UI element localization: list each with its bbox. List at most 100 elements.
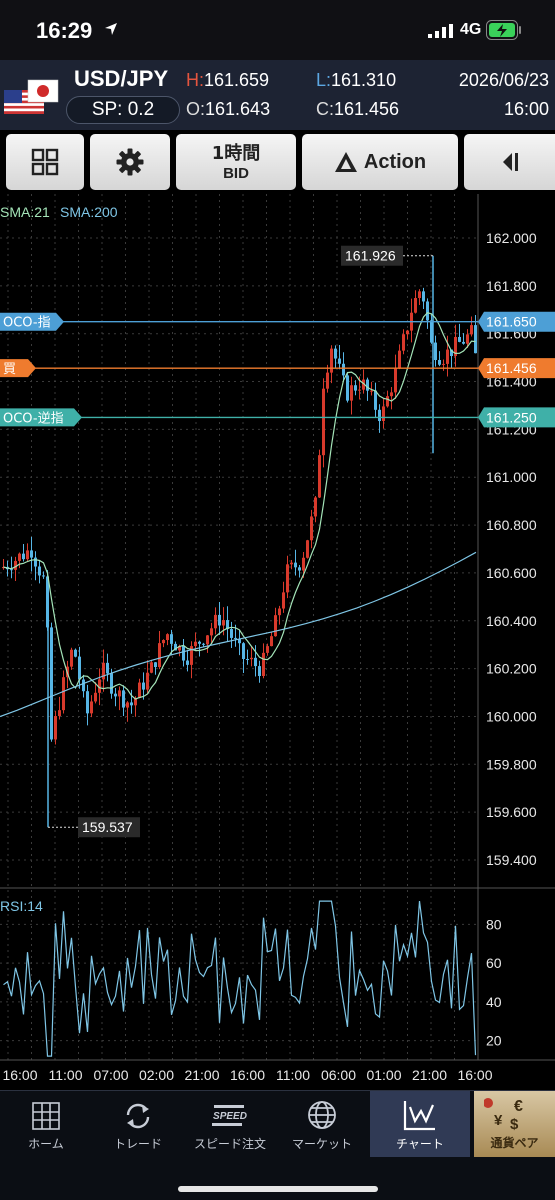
price-tick-label: 159.800 [486, 756, 537, 772]
rsi-line [3, 900, 477, 1057]
candle-body [458, 336, 461, 342]
candle-body [474, 325, 477, 354]
price-tick-label: 160.600 [486, 565, 537, 581]
candle-body [110, 673, 113, 694]
price-tick-label: 160.000 [486, 708, 537, 724]
order-price-label: 161.250 [486, 409, 537, 425]
rsi-label: RSI:14 [0, 898, 43, 914]
grid-icon [31, 148, 59, 176]
chart-canvas[interactable]: 162.000161.800161.600161.400161.200161.0… [0, 194, 555, 1090]
candle-body [210, 628, 213, 636]
order-tag-label: 買 [3, 362, 16, 377]
candle-body [26, 550, 29, 560]
candle-body [78, 656, 81, 680]
action-label: Action [363, 150, 427, 173]
candle-body [122, 690, 125, 708]
candle-body [310, 516, 313, 541]
candle-body [170, 634, 173, 644]
trade-arrows-icon [126, 1103, 150, 1129]
candle-body [186, 660, 189, 665]
time-tick-label: 11:00 [49, 1067, 83, 1083]
candle-body [374, 390, 377, 410]
rsi-tick-label: 80 [486, 916, 502, 932]
price-tick-label: 162.000 [486, 230, 537, 246]
candle-body [270, 636, 273, 647]
chart-toolbar: 1時間 BID Action [0, 130, 555, 194]
candle-body [118, 690, 121, 697]
candle-body [390, 392, 393, 397]
price-tick-label: 160.400 [486, 613, 537, 629]
candle-body [246, 658, 249, 660]
timeframe-label: 1時間 [211, 142, 261, 164]
action-button[interactable]: Action [302, 134, 458, 190]
time-tick-label: 07:00 [93, 1067, 128, 1083]
candle-body [150, 662, 153, 673]
order-price-label: 161.650 [486, 314, 537, 330]
candle-body [426, 301, 429, 321]
price-tick-label: 160.800 [486, 517, 537, 533]
candle-body [434, 342, 437, 361]
candle-body [358, 389, 361, 391]
currency-symbols-icon: € ¥ $ [484, 1098, 523, 1133]
time-tick-label: 11:00 [276, 1067, 310, 1083]
quote-header: USD/JPY SP: 0.2 H:161.659 L:161.310 O:16… [0, 60, 555, 130]
candle-body [90, 701, 93, 714]
nav-chart[interactable]: チャート [370, 1091, 470, 1157]
timeframe-button[interactable]: 1時間 BID [176, 134, 296, 190]
nav-home[interactable]: ホーム [0, 1091, 92, 1157]
candle-body [386, 396, 389, 407]
candle-body [334, 348, 337, 359]
low-marker-label: 159.537 [82, 819, 133, 835]
nav-currency-pair[interactable]: € ¥ $ 通貨ペア [474, 1091, 555, 1157]
candle-body [466, 334, 469, 344]
close-value: C:161.456 [316, 99, 400, 119]
collapse-panel-button[interactable] [464, 134, 555, 190]
candle-body [158, 643, 161, 668]
price-tick-label: 159.600 [486, 804, 537, 820]
candle-body [202, 643, 205, 645]
order-tag-label: OCO-指 [3, 316, 51, 331]
svg-text:$: $ [510, 1116, 519, 1133]
time-tick-label: 06:00 [321, 1067, 356, 1083]
candle-body [366, 379, 369, 391]
settings-button[interactable] [90, 134, 170, 190]
nav-speed-order[interactable]: SPEED スピード注文 [184, 1091, 276, 1157]
price-chart[interactable]: 162.000 161.800 161.600 161.400 161.200 161.0… [0, 194, 555, 1090]
candle-body [222, 620, 225, 626]
price-tick-label: 161.800 [486, 278, 537, 294]
gear-icon [116, 148, 144, 176]
chart-icon [403, 1101, 435, 1131]
signal-icon [428, 24, 453, 38]
time-tick-label: 01:00 [366, 1067, 401, 1083]
currency-pair[interactable]: USD/JPY [74, 66, 168, 92]
candle-body [166, 634, 169, 641]
candle-body [438, 360, 441, 365]
spread-badge: SP: 0.2 [66, 96, 180, 124]
candle-body [54, 716, 57, 740]
candle-body [402, 334, 405, 351]
nav-market[interactable]: マーケット [276, 1091, 368, 1157]
candle-body [198, 641, 201, 644]
order-tag-label: OCO-逆指 [3, 410, 64, 426]
candle-body [34, 557, 37, 567]
battery-charging-icon [486, 20, 521, 40]
nav-trade[interactable]: トレード [92, 1091, 184, 1157]
svg-text:¥: ¥ [494, 1112, 503, 1129]
layout-button[interactable] [6, 134, 84, 190]
collapse-right-icon [502, 153, 518, 171]
candle-body [262, 652, 265, 676]
candle-body [418, 291, 421, 299]
candle-body [278, 608, 281, 616]
candle-body [342, 363, 345, 376]
candle-body [62, 677, 65, 711]
candle-body [138, 682, 141, 698]
candle-body [214, 614, 217, 629]
currency-flags-icon [4, 79, 59, 114]
time-tick-label: 16:00 [2, 1067, 37, 1083]
high-marker-label: 161.926 [345, 248, 396, 264]
time-tick-label: 21:00 [184, 1067, 219, 1083]
svg-text:€: € [514, 1098, 523, 1115]
low-value: L:161.310 [316, 70, 397, 90]
candle-body [406, 330, 409, 335]
candle-body [422, 291, 425, 302]
